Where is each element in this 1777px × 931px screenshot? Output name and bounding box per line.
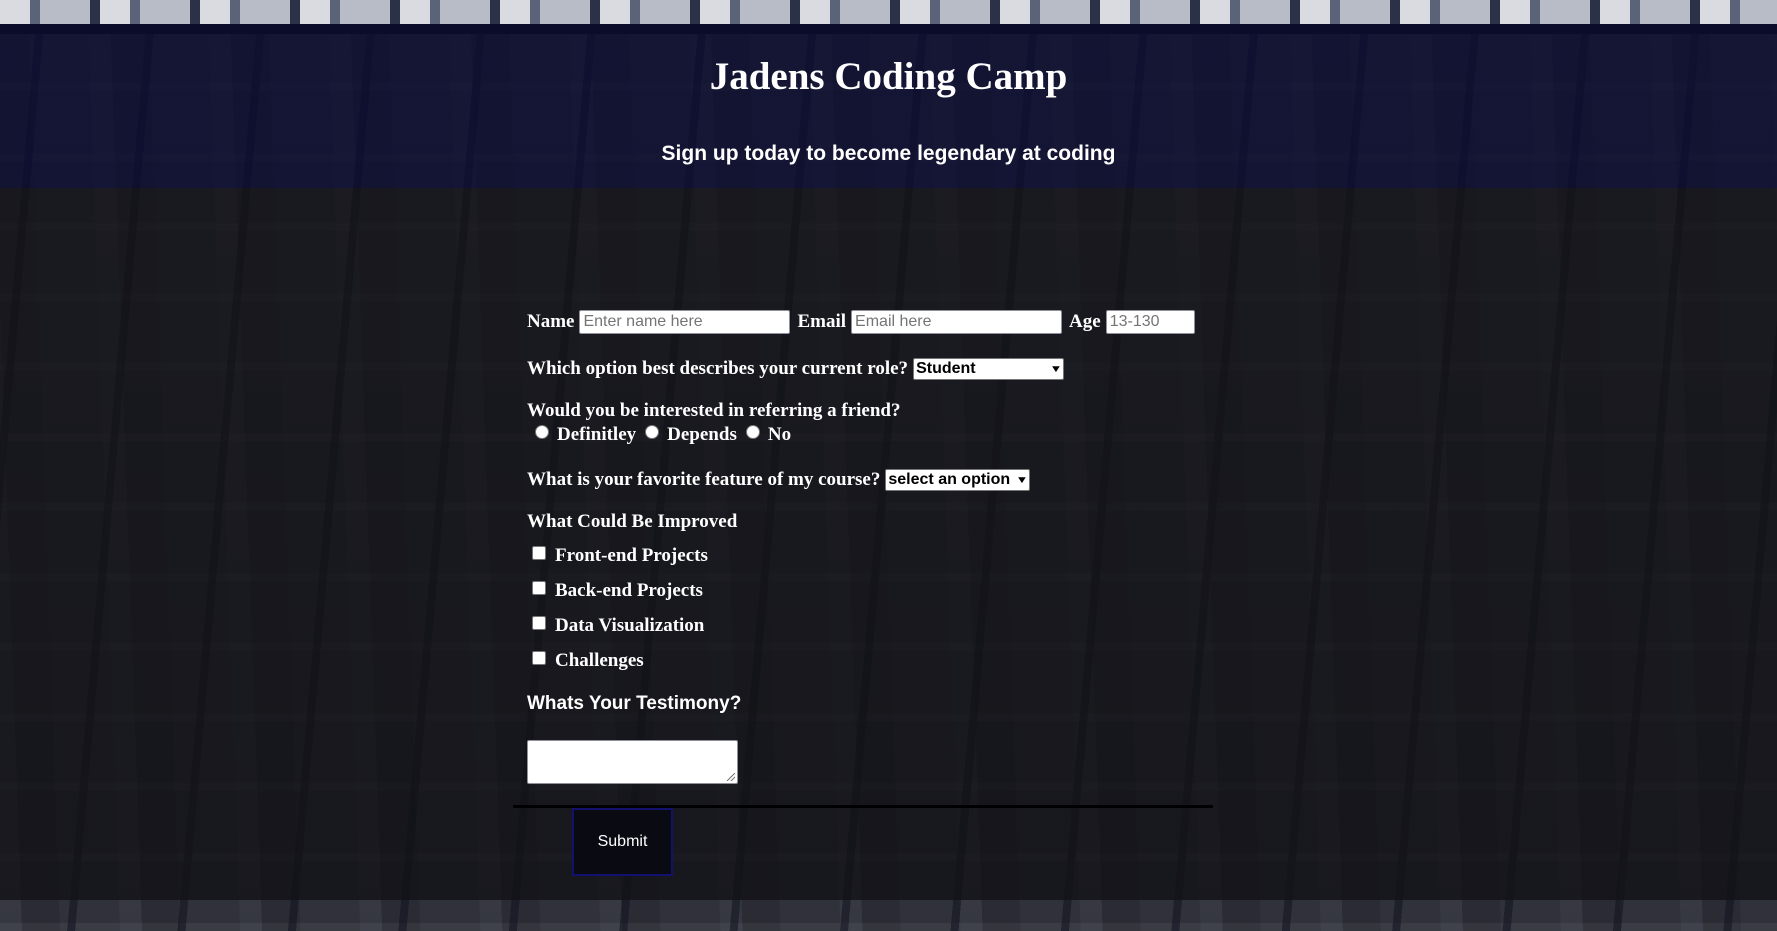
name-input[interactable] (579, 310, 791, 334)
favorite-feature-question: What is your favorite feature of my cour… (527, 469, 881, 490)
personal-info-row: Name Email Age (527, 310, 1202, 334)
improvement-option-label: Back-end Projects (555, 580, 703, 601)
chevron-down-icon: ▼ (1015, 474, 1029, 486)
role-question: Which option best describes your current… (527, 358, 909, 379)
referral-options-row: Definitley Depends No (527, 424, 791, 446)
favorite-feature-row: What is your favorite feature of my cour… (527, 469, 1031, 491)
chevron-down-icon: ▼ (1049, 363, 1063, 375)
form-background-overlay (0, 188, 1777, 900)
improvement-option: Data Visualization (527, 615, 704, 637)
improvements-heading-row: What Could Be Improved (527, 511, 737, 533)
referral-radio-definitley[interactable] (535, 425, 549, 439)
page-title: Jadens Coding Camp (709, 55, 1068, 98)
improvement-option-label: Data Visualization (555, 615, 705, 636)
favorite-feature-select-value: select an option (888, 471, 1011, 488)
referral-option-label: No (767, 424, 792, 445)
age-input[interactable] (1105, 310, 1195, 334)
improvement-option: Back-end Projects (527, 580, 703, 602)
age-label: Age (1069, 311, 1101, 332)
referral-radio-no[interactable] (745, 425, 760, 439)
checkbox-front-end-projects[interactable] (532, 546, 546, 560)
favorite-feature-select[interactable]: select an option ▼ (885, 469, 1031, 491)
page-subtitle: Sign up today to become legendary at cod… (661, 142, 1116, 165)
submit-button[interactable]: Submit (572, 808, 673, 876)
role-select-value: Student (916, 360, 976, 377)
email-label: Email (797, 311, 847, 332)
referral-question: Would you be interested in referring a f… (527, 400, 901, 421)
email-input[interactable] (851, 310, 1063, 334)
improvement-option-label: Front-end Projects (555, 545, 708, 566)
improvements-heading: What Could Be Improved (527, 511, 738, 532)
improvement-option-label: Challenges (555, 650, 644, 671)
background-banner-strip (0, 0, 1777, 24)
checkbox-challenges[interactable] (532, 651, 546, 665)
improvement-option: Front-end Projects (527, 545, 708, 567)
testimony-heading: Whats Your Testimony? (527, 693, 742, 714)
testimony-textarea[interactable] (527, 740, 738, 784)
role-select[interactable]: Student ▼ (913, 358, 1065, 380)
checkbox-data-visualization[interactable] (532, 616, 546, 630)
referral-option-label: Definitley (557, 424, 637, 445)
referral-question-row: Would you be interested in referring a f… (527, 400, 900, 422)
referral-option-label: Depends (667, 424, 737, 445)
checkbox-back-end-projects[interactable] (532, 581, 546, 595)
resize-grip-icon[interactable] (727, 773, 735, 781)
referral-radio-depends[interactable] (645, 425, 660, 439)
name-label: Name (527, 311, 575, 332)
page-header: Jadens Coding Camp Sign up today to beco… (0, 24, 1777, 188)
role-row: Which option best describes your current… (527, 358, 1065, 380)
improvement-option: Challenges (527, 650, 644, 672)
